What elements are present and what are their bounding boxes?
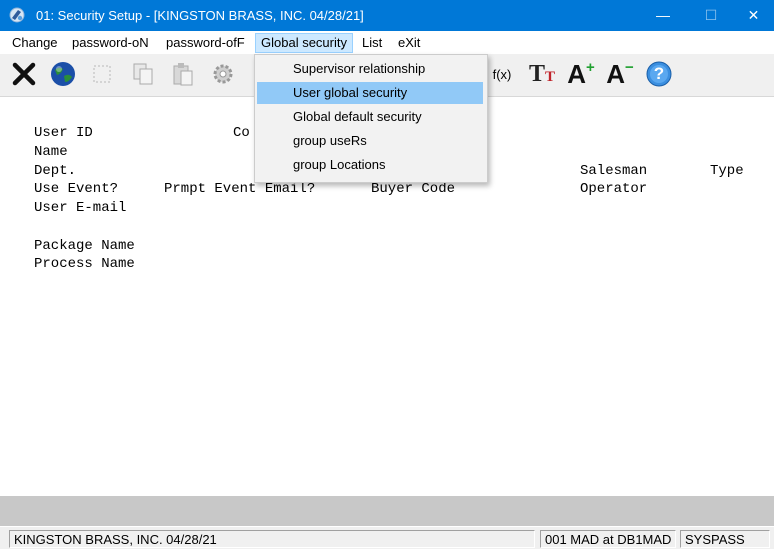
minimize-button[interactable]: — (640, 0, 686, 31)
command-strip (0, 496, 774, 526)
grow-glyph: A (567, 58, 586, 89)
dropdown-item-supervisor-relationship[interactable]: Supervisor relationship (257, 58, 483, 80)
dropdown-item-group-users[interactable]: group useRs (257, 130, 483, 152)
font-size-icon[interactable]: T T (525, 58, 559, 90)
font-small-glyph: T (545, 68, 556, 85)
status-company: KINGSTON BRASS, INC. 04/28/21 (9, 530, 535, 548)
label-process-name: Process Name (34, 256, 135, 272)
label-co-partial: Co (233, 125, 250, 141)
label-package-name: Package Name (34, 238, 135, 254)
select-box-icon[interactable] (86, 58, 118, 90)
label-operator: Operator (580, 181, 648, 197)
label-name: Name (34, 144, 68, 160)
status-location: 001 MAD at DB1MAD (540, 530, 676, 548)
function-icon[interactable]: f(x) (486, 58, 518, 90)
menu-list[interactable]: List (357, 34, 387, 52)
minus-glyph: − (625, 58, 634, 76)
dropdown-item-group-locations[interactable]: group Locations (257, 154, 483, 176)
label-type: Type (710, 163, 744, 179)
globe-icon[interactable] (47, 58, 79, 90)
label-dept: Dept. (34, 163, 77, 179)
menu-global-security[interactable]: Global security (255, 33, 353, 53)
status-user: SYSPASS (680, 530, 770, 548)
grow-font-icon[interactable]: A + (565, 58, 597, 90)
dropdown-item-user-global-security[interactable]: User global security (257, 82, 483, 104)
status-bar: KINGSTON BRASS, INC. 04/28/21 001 MAD at… (0, 527, 774, 549)
global-security-dropdown: Supervisor relationship User global secu… (254, 54, 488, 183)
menu-change[interactable]: Change (7, 34, 63, 52)
close-button[interactable]: ✕ (733, 0, 774, 31)
maximize-button[interactable]: ☐ (688, 0, 734, 31)
window-title: 01: Security Setup - [KINGSTON BRASS, IN… (36, 8, 364, 23)
font-large-glyph: T (528, 60, 545, 87)
label-user-id: User ID (34, 125, 93, 141)
menu-exit[interactable]: eXit (393, 34, 425, 52)
gear-icon[interactable] (207, 58, 239, 90)
menu-password-off[interactable]: password-ofF (161, 34, 250, 52)
help-glyph: ? (653, 64, 665, 83)
exit-x-icon[interactable] (8, 58, 40, 90)
shrink-font-icon[interactable]: A − (604, 58, 636, 90)
shrink-glyph: A (606, 58, 625, 89)
dropdown-item-global-default-security[interactable]: Global default security (257, 106, 483, 128)
plus-glyph: + (586, 58, 595, 76)
app-icon (9, 7, 25, 23)
label-buyer-code: Buyer Code (371, 181, 456, 197)
label-use-event: Use Event? (34, 181, 119, 197)
copy-icon[interactable] (127, 58, 159, 90)
label-user-email: User E-mail (34, 200, 127, 216)
label-salesman: Salesman (580, 163, 648, 179)
paste-icon[interactable] (167, 58, 199, 90)
title-bar[interactable]: 01: Security Setup - [KINGSTON BRASS, IN… (0, 0, 774, 31)
label-prompt-event-email: Prmpt Event Email? (164, 181, 316, 197)
menu-password-on[interactable]: password-oN (67, 34, 154, 52)
help-icon[interactable]: ? (643, 58, 675, 90)
menu-bar: Change password-oN password-ofF Global s… (0, 31, 774, 55)
